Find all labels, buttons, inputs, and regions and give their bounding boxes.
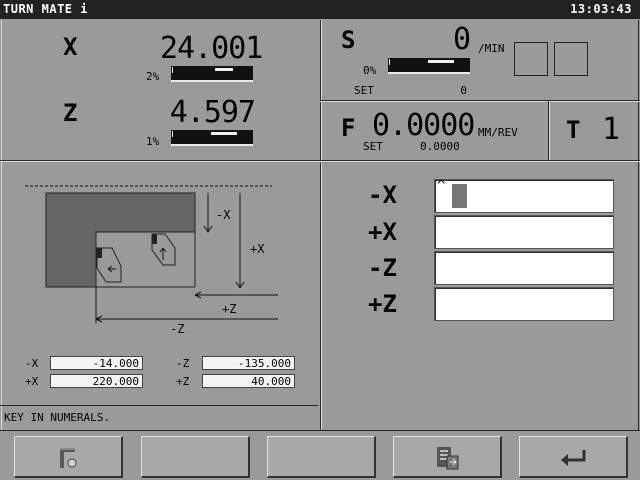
diagram-label-minus-z: -Z [170, 322, 184, 336]
input-label-plus-z: +Z [368, 290, 397, 318]
limit-label-minus-x: -X [25, 357, 39, 370]
limit-label-minus-z: -Z [176, 357, 190, 370]
stroke-limit-diagram: -X +X +Z -Z [25, 185, 278, 336]
cursor-caret: ^ [437, 178, 446, 194]
spindle-set-value: 0 [460, 84, 467, 97]
x-load-percent: 2% [146, 70, 160, 83]
input-minus-x[interactable]: ^ [434, 178, 614, 213]
spindle-set-label: SET [354, 84, 374, 97]
message-line: KEY IN NUMERALS. [4, 411, 110, 424]
z-position-value: 4.597 [169, 95, 256, 130]
z-load-bar [171, 130, 253, 146]
return-arrow-icon [561, 450, 586, 466]
z-load-percent: 1% [146, 135, 160, 148]
softkey-5-return[interactable] [519, 436, 628, 478]
tool-number: 1 [602, 112, 621, 147]
spindle-direction-box-1 [514, 42, 548, 76]
spindle-load-percent: 0% [363, 64, 377, 77]
x-load-bar [171, 66, 253, 82]
title-bar: TURN MATE i 13:03:43 [0, 0, 640, 19]
feed-set-value: 0.0000 [420, 140, 460, 153]
z-axis-label: Z [63, 99, 78, 127]
softkey-1-tool-setting[interactable] [14, 436, 123, 478]
limit-label-plus-x: +X [25, 375, 39, 388]
input-minus-z[interactable] [434, 251, 614, 285]
x-position-value: 24.001 [160, 31, 263, 66]
spindle-label: S [341, 26, 356, 54]
tool-setting-icon [60, 448, 77, 468]
limit-value-plus-z: 40.000 [202, 374, 295, 388]
limit-value-minus-x: -14.000 [50, 356, 143, 370]
softkey-4-program-list[interactable] [393, 436, 502, 478]
input-label-plus-x: +X [368, 218, 397, 246]
feed-unit: MM/REV [478, 126, 518, 139]
tool-label: T [566, 116, 581, 144]
app-title: TURN MATE i [3, 2, 88, 16]
spindle-speed-value: 0 [452, 22, 471, 57]
softkey-3[interactable] [267, 436, 376, 478]
input-label-minus-x: -X [368, 181, 397, 209]
program-list-icon [437, 447, 459, 470]
text-cursor [452, 184, 467, 208]
feed-set-label: SET [363, 140, 383, 153]
x-axis-label: X [63, 33, 78, 61]
softkey-2[interactable] [141, 436, 250, 478]
diagram-label-plus-z: +Z [222, 302, 236, 316]
diagram-label-minus-x: -X [216, 208, 231, 222]
input-plus-x[interactable] [434, 215, 614, 249]
spindle-direction-box-2 [554, 42, 588, 76]
input-label-minus-z: -Z [368, 254, 397, 282]
feed-value: 0.0000 [372, 108, 475, 143]
diagram-label-plus-x: +X [250, 242, 265, 256]
limit-value-plus-x: 220.000 [50, 374, 143, 388]
limit-label-plus-z: +Z [176, 375, 190, 388]
spindle-unit: /MIN [478, 42, 505, 55]
limit-value-minus-z: -135.000 [202, 356, 295, 370]
input-plus-z[interactable] [434, 287, 614, 321]
spindle-load-bar [388, 58, 470, 74]
clock: 13:03:43 [570, 2, 632, 16]
feed-label: F [341, 114, 356, 142]
